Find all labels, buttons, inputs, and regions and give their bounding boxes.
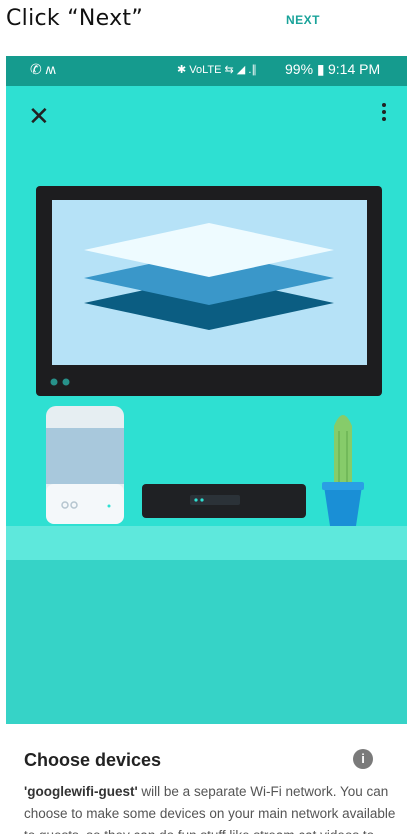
smart-speaker-icon: [46, 406, 124, 524]
status-time: 9:14 PM: [328, 61, 381, 77]
close-icon[interactable]: ✕: [28, 101, 50, 132]
info-icon[interactable]: i: [353, 749, 373, 769]
more-vert-icon[interactable]: [379, 100, 389, 128]
tv-icon: [36, 186, 382, 396]
shelf-top: [6, 526, 407, 560]
floor: [6, 560, 407, 724]
battery-indicator: 99% ▮: [285, 61, 325, 77]
cactus-plant-icon: [322, 415, 364, 526]
status-bar: ✆ ʍ ✱ VoLTE ⇆ ◢ .∥ 99% ▮ 9:14 PM: [6, 56, 407, 86]
card-body: 'googlewifi-guest' will be a separate Wi…: [24, 781, 396, 834]
network-icons: ✱ VoLTE ⇆ ◢ .∥: [177, 64, 257, 76]
phone-screen: ✆ ʍ ✱ VoLTE ⇆ ◢ .∥ 99% ▮ 9:14 PM ✕ Choos…: [6, 56, 407, 834]
notification-icons: ✆ ʍ: [30, 61, 56, 77]
router-icon: [142, 484, 306, 518]
illustration-scene: [6, 186, 407, 724]
instruction-text: Click “Next”: [6, 6, 144, 31]
card-title: Choose devices: [24, 750, 162, 770]
network-name: 'googlewifi-guest': [24, 784, 138, 799]
instruction-bar: Click “Next” NEXT: [0, 0, 407, 56]
hero-illustration: ✕: [6, 86, 407, 724]
choose-devices-card: Choose devices i 'googlewifi-guest' will…: [6, 724, 407, 834]
next-button[interactable]: NEXT: [286, 13, 320, 27]
